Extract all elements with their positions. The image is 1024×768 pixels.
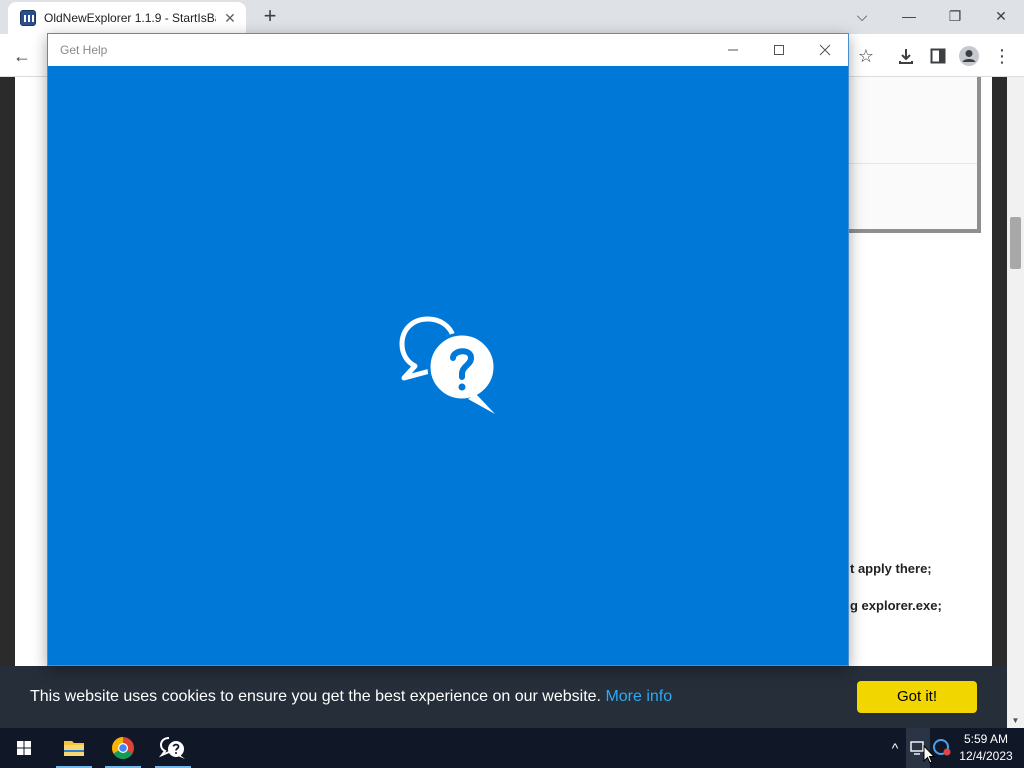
tab-title: OldNewExplorer 1.1.9 - StartIsBa (44, 11, 216, 25)
tray-chevron-icon[interactable]: ^ (884, 728, 906, 768)
site-favicon-icon (20, 10, 36, 26)
back-button[interactable]: ← (8, 42, 36, 70)
page-scrollbar[interactable]: ▼ (1007, 77, 1024, 728)
get-help-window: Get Help (47, 33, 849, 666)
windows-taskbar: ^ 5:59 AM 12/4/2023 (0, 728, 1024, 768)
tab-close-icon[interactable]: ✕ (222, 10, 238, 26)
get-help-taskbar-icon[interactable] (153, 728, 193, 768)
window-maximize-button[interactable] (756, 34, 802, 66)
cookie-message: This website uses cookies to ensure you … (30, 688, 601, 705)
browser-tabstrip: OldNewExplorer 1.1.9 - StartIsBa ✕ + ⌵ —… (0, 0, 1024, 34)
bookmark-star-icon[interactable]: ☆ (852, 42, 880, 70)
browser-minimize-button[interactable]: — (887, 2, 931, 30)
side-panel-icon[interactable] (924, 42, 952, 70)
chrome-taskbar-icon[interactable] (103, 728, 143, 768)
clock-time[interactable]: 5:59 AM (958, 732, 1014, 746)
scrollbar-thumb[interactable] (1010, 217, 1021, 269)
browser-restore-button[interactable]: ❐ (933, 2, 977, 30)
new-tab-button[interactable]: + (258, 5, 282, 29)
file-explorer-taskbar-icon[interactable] (54, 728, 94, 768)
page-screenshot-image (835, 77, 981, 233)
page-text-line-1: t apply there; (850, 561, 932, 576)
scroll-down-arrow-icon[interactable]: ▼ (1007, 714, 1024, 728)
window-title: Get Help (60, 43, 108, 57)
browser-menu-icon[interactable]: ⋮ (988, 42, 1016, 70)
profile-avatar-icon[interactable] (955, 42, 983, 70)
browser-close-button[interactable]: ✕ (979, 2, 1023, 30)
page-text-line-2: g explorer.exe; (850, 598, 942, 613)
get-help-titlebar[interactable]: Get Help (48, 34, 848, 66)
browser-tab[interactable]: OldNewExplorer 1.1.9 - StartIsBa ✕ (8, 2, 246, 34)
window-minimize-button[interactable] (710, 34, 756, 66)
mouse-cursor-icon (923, 745, 935, 764)
cookie-consent-bar: This website uses cookies to ensure you … (0, 666, 1007, 728)
get-help-logo-icon (399, 316, 497, 414)
start-button[interactable] (4, 728, 44, 768)
tab-search-dropdown-icon[interactable]: ⌵ (840, 2, 884, 30)
more-info-link[interactable]: More info (605, 688, 672, 705)
window-close-button[interactable] (802, 34, 848, 66)
download-icon[interactable] (892, 42, 920, 70)
got-it-button[interactable]: Got it! (857, 681, 977, 713)
cookie-message-line: This website uses cookies to ensure you … (30, 688, 672, 706)
clock-date[interactable]: 12/4/2023 (958, 749, 1014, 763)
